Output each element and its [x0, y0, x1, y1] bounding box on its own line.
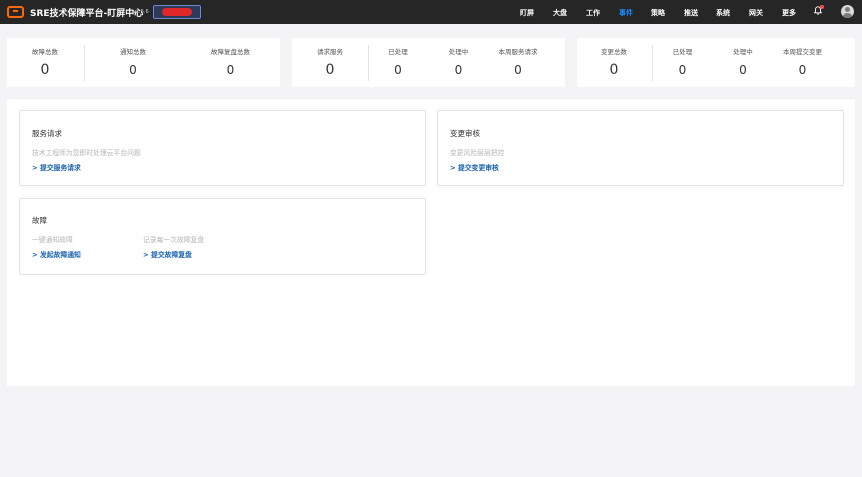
stat-label: 处理中 [733, 48, 753, 56]
nav-item-system[interactable]: 系统 [716, 8, 730, 18]
stat-value: 0 [454, 63, 463, 77]
stat-value: 0 [394, 63, 402, 77]
app-title[interactable]: SRE技术保障平台-盯屏中心 [30, 6, 143, 19]
nav-item-gateway[interactable]: 网关 [749, 8, 763, 18]
nav-item-more[interactable]: 更多 [782, 8, 796, 18]
stat-service-weekly: 本周服务请求 0 [490, 38, 546, 87]
redacted-value [162, 8, 192, 16]
card-description: 变更风险层层把控 [450, 149, 505, 157]
stat-change-processing: 处理中 0 [712, 38, 774, 87]
fault-card: 故障 一键通知故障 > 发起故障通知 记录每一次故障复盘 > 提交故障复盘 [19, 198, 426, 275]
service-request-card: 服务请求 技术工程师为您即时处理云平台问题 > 提交服务请求 [19, 110, 426, 186]
nav-item-work[interactable]: 工作 [586, 8, 600, 18]
stat-fault-total: 故障总数 0 [7, 38, 83, 87]
stat-label: 故障复盘总数 [211, 48, 250, 56]
stat-label: 通知总数 [120, 48, 146, 56]
stat-label: 本周提交变更 [783, 48, 822, 56]
nav-item-push[interactable]: 推送 [684, 8, 698, 18]
fault-stats-panel: 故障总数 0 通知总数 0 故障复盘总数 0 [7, 38, 280, 87]
card-title: 服务请求 [32, 129, 62, 138]
stat-service-requests: 请求服务 0 [292, 38, 368, 87]
nav-item-strategy[interactable]: 策略 [651, 8, 665, 18]
notification-dot [820, 5, 824, 9]
stat-value: 0 [798, 63, 807, 77]
card-description: 技术工程师为您即时处理云平台问题 [32, 149, 141, 157]
card-description: 记录每一次故障复盘 [143, 236, 205, 244]
nav-item-dashboard[interactable]: 大盘 [553, 8, 567, 18]
stat-label: 已处理 [388, 48, 408, 56]
submit-fault-review-link[interactable]: > 提交故障复盘 [143, 249, 192, 259]
stat-value: 0 [678, 63, 687, 77]
stat-label: 处理中 [448, 48, 469, 56]
change-stats-panel: 变更总数 0 已处理 0 处理中 0 本周提交变更 0 [577, 38, 855, 87]
stat-service-processing: 处理中 0 [427, 38, 490, 87]
submit-service-request-link[interactable]: > 提交服务请求 [32, 162, 81, 172]
top-navbar: SRE技术保障平台-盯屏中心 v2.5.6 盯屏 大盘 工作 事件 策略 推送 … [0, 0, 862, 24]
submit-change-review-link[interactable]: > 提交变更审核 [450, 162, 499, 172]
stat-value: 0 [514, 63, 522, 77]
card-description: 一键通知故障 [32, 236, 73, 244]
card-title: 故障 [32, 216, 47, 225]
app-version: v2.5.6 [133, 9, 149, 15]
stat-value: 0 [325, 62, 335, 78]
stat-change-weekly: 本周提交变更 0 [774, 38, 831, 87]
avatar[interactable] [841, 5, 854, 18]
nav-item-monitor[interactable]: 盯屏 [520, 8, 534, 18]
stat-label: 请求服务 [317, 48, 343, 56]
change-review-card: 变更审核 变更风险层层把控 > 提交变更审核 [437, 110, 844, 186]
workspace-area: 服务请求 技术工程师为您即时处理云平台问题 > 提交服务请求 变更审核 变更风险… [7, 99, 855, 386]
card-title: 变更审核 [450, 129, 480, 138]
logo-icon[interactable] [7, 6, 24, 18]
stat-label: 故障总数 [32, 48, 58, 56]
initiate-fault-notice-link[interactable]: > 发起故障通知 [32, 249, 81, 259]
stat-value: 0 [40, 62, 50, 78]
stat-value: 0 [739, 63, 747, 77]
stat-label: 已处理 [672, 48, 693, 56]
stat-label: 变更总数 [601, 48, 627, 56]
stat-notice-total: 通知总数 0 [85, 38, 181, 87]
stat-change-processed: 已处理 0 [653, 38, 712, 87]
stat-label: 本周服务请求 [498, 48, 538, 56]
nav-item-events[interactable]: 事件 [619, 8, 633, 18]
environment-selector[interactable] [153, 5, 201, 19]
stat-service-processed: 已处理 0 [369, 38, 427, 87]
stat-value: 0 [129, 63, 137, 77]
service-stats-panel: 请求服务 0 已处理 0 处理中 0 本周服务请求 0 [292, 38, 565, 87]
stat-value: 0 [226, 63, 235, 77]
stat-fault-review-total: 故障复盘总数 0 [181, 38, 280, 87]
stat-value: 0 [609, 62, 619, 78]
stat-change-total: 变更总数 0 [577, 38, 651, 87]
